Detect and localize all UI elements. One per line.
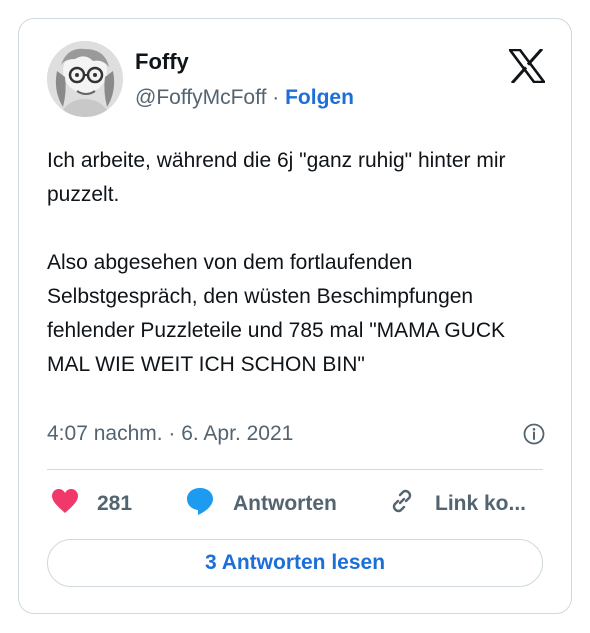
reply-button[interactable]: Antworten (185, 487, 337, 521)
heart-icon (51, 488, 79, 520)
info-icon[interactable] (523, 423, 545, 445)
reply-label: Antworten (233, 492, 337, 515)
author-display-name[interactable]: Foffy (135, 49, 189, 75)
tweet-text: Ich arbeite, während die 6j "ganz ruhig"… (47, 144, 547, 382)
like-count: 281 (97, 492, 133, 515)
tweet-paragraph: Ich arbeite, während die 6j "ganz ruhig"… (47, 149, 506, 206)
chain-link-icon (387, 486, 417, 522)
divider (47, 469, 543, 470)
tweet-paragraph: Also abgesehen von dem fortlaufenden Sel… (47, 251, 506, 376)
author-handle-row: @FoffyMcFoff · Folgen (135, 85, 354, 111)
avatar-image (47, 41, 123, 117)
like-button[interactable]: 281 (51, 487, 132, 521)
tweet-timestamp[interactable]: 4:07 nachm. · 6. Apr. 2021 (47, 421, 293, 447)
copy-link-label: Link ko... (435, 492, 527, 515)
follow-button[interactable]: Folgen (285, 86, 354, 109)
tweet-card: Foffy @FoffyMcFoff · Folgen Ich arbeite,… (18, 18, 572, 614)
x-logo-icon[interactable] (507, 47, 547, 85)
action-bar: 281 Antworten Link ko... (47, 487, 557, 521)
avatar[interactable] (47, 41, 123, 117)
speech-bubble-icon (185, 486, 215, 522)
separator-dot: · (272, 86, 280, 109)
read-replies-button[interactable]: 3 Antworten lesen (47, 539, 543, 587)
copy-link-button[interactable]: Link ko... (387, 487, 526, 521)
author-handle[interactable]: @FoffyMcFoff (135, 86, 266, 109)
